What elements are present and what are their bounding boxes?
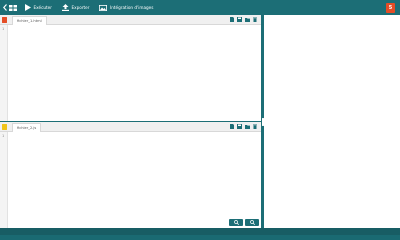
bottom-bar [0,228,400,235]
tab-bar: fichier_1.html [0,15,261,25]
preview-pane[interactable] [264,15,400,228]
tab-actions [230,124,258,130]
line-gutter: 1 [0,25,8,121]
save-icon[interactable] [237,124,242,130]
images-label: Intégration d'images [109,5,154,10]
upload-icon [61,4,69,11]
export-label: Exporter [71,5,90,10]
play-icon [25,4,31,11]
line-number: 1 [2,134,5,138]
execute-button[interactable]: Exécuter [22,0,55,15]
editor-area: fichier_1.html 1 fichier_2.js 1 [0,15,261,228]
trash-icon[interactable] [252,17,257,23]
save-icon[interactable] [237,17,242,23]
zoom-controls [229,219,259,226]
image-icon [99,4,108,11]
tab-bar: fichier_2.js [0,122,261,132]
new-file-icon[interactable] [230,124,235,130]
tab-file-js[interactable]: fichier_2.js [12,123,42,132]
html-file-icon [0,15,8,25]
html5-icon[interactable]: 5 [386,3,395,13]
export-button[interactable]: Exporter [59,0,93,15]
zoom-in-button[interactable] [229,219,243,226]
tab-actions [230,17,258,23]
zoom-out-icon [249,220,255,225]
editor-pane-html[interactable]: fichier_1.html 1 [0,15,261,121]
zoom-in-icon [233,220,239,225]
top-toolbar: Exécuter Exporter Intégration d'images 5 [0,0,400,15]
images-button[interactable]: Intégration d'images [96,0,156,15]
js-file-icon [0,122,8,132]
folder-open-icon[interactable] [244,17,250,23]
editor-pane-js[interactable]: fichier_2.js 1 [0,122,261,228]
folder-open-icon[interactable] [244,124,250,130]
chevron-left-icon [3,4,7,11]
zoom-out-button[interactable] [245,219,259,226]
line-number: 1 [2,27,5,31]
grid-icon [9,4,17,11]
back-button[interactable] [0,0,20,15]
trash-icon[interactable] [252,124,257,130]
execute-label: Exécuter [33,5,52,10]
tab-file-html[interactable]: fichier_1.html [12,16,47,25]
line-gutter: 1 [0,132,8,228]
new-file-icon[interactable] [230,17,235,23]
